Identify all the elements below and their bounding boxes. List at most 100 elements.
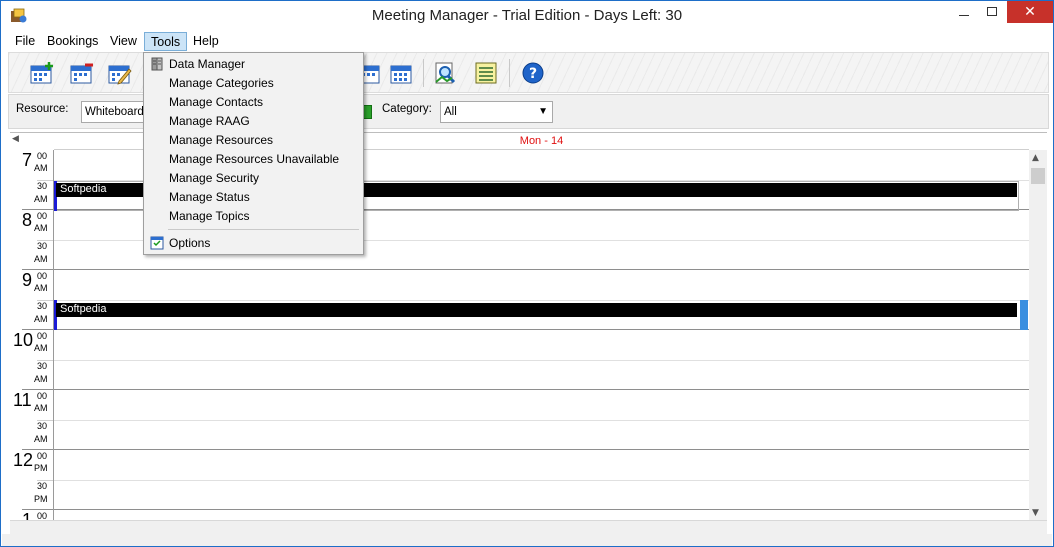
menu-item-label: Manage RAAG bbox=[169, 114, 250, 128]
resource-select[interactable]: Whiteboard1 bbox=[81, 101, 151, 123]
half-hour-line bbox=[54, 360, 1029, 361]
half-ampm: AM bbox=[34, 434, 48, 444]
hour-minutes: 00 bbox=[37, 211, 48, 221]
menu-separator bbox=[168, 229, 359, 230]
menu-item-label: Options bbox=[169, 236, 211, 250]
hour-line bbox=[54, 509, 1029, 510]
half-minutes: 30 bbox=[37, 181, 48, 191]
hour-block: 11 00 AM 30 AM bbox=[10, 390, 53, 450]
help-icon[interactable]: ? bbox=[521, 61, 547, 85]
menu-item-label: Manage Contacts bbox=[169, 95, 264, 109]
menu-item-manage-contacts[interactable]: Manage Contacts bbox=[145, 93, 362, 112]
menu-item-options[interactable]: Options bbox=[145, 234, 362, 253]
menu-bookings[interactable]: Bookings bbox=[41, 32, 104, 51]
hour-minutes: 00 bbox=[37, 331, 48, 341]
window-title: Meeting Manager - Trial Edition - Days L… bbox=[371, 7, 683, 24]
resource-refresh-button[interactable] bbox=[363, 105, 372, 119]
booking-item[interactable]: Softpedia bbox=[56, 303, 1017, 317]
hour-number: 8 bbox=[22, 210, 33, 230]
minimize-button[interactable] bbox=[951, 1, 977, 23]
hour-block: 10 00 AM 30 AM bbox=[10, 330, 53, 390]
menu-item-manage-status[interactable]: Manage Status bbox=[145, 188, 362, 207]
half-hour-line bbox=[54, 480, 1029, 481]
hour-minutes: 00 bbox=[37, 151, 48, 161]
menu-item-label: Manage Resources Unavailable bbox=[169, 152, 340, 166]
hour-minutes: 00 bbox=[37, 271, 48, 281]
hour-ampm: AM bbox=[34, 283, 48, 293]
half-ampm: AM bbox=[34, 254, 48, 264]
maximize-icon bbox=[987, 7, 997, 16]
report-icon[interactable] bbox=[473, 61, 499, 85]
delete-booking-icon[interactable] bbox=[69, 61, 95, 85]
menu-item-data-manager[interactable]: Data Manager bbox=[145, 55, 362, 74]
half-minutes: 30 bbox=[37, 421, 48, 431]
menu-tools[interactable]: Tools bbox=[144, 32, 188, 51]
half-minutes: 30 bbox=[37, 361, 48, 371]
chevron-down-icon: ▼ bbox=[538, 106, 548, 117]
close-button[interactable]: ✕ bbox=[1007, 1, 1053, 23]
menu-view[interactable]: View bbox=[104, 32, 143, 51]
booking-selection-bar bbox=[1020, 300, 1028, 330]
search-icon[interactable] bbox=[433, 61, 459, 85]
title-bar: Meeting Manager - Trial Edition - Days L… bbox=[1, 1, 1053, 31]
half-ampm: AM bbox=[34, 194, 48, 204]
half-hour-line bbox=[54, 420, 1029, 421]
category-value: All bbox=[444, 106, 457, 118]
tools-menu-dropdown: Data Manager Manage Categories Manage Co… bbox=[143, 52, 364, 255]
menu-bar: File Bookings View Tools Help bbox=[2, 31, 1052, 51]
hour-block: 12 00 PM 30 PM bbox=[10, 450, 53, 510]
scroll-up-icon[interactable]: ▲ bbox=[1032, 153, 1039, 163]
menu-help[interactable]: Help bbox=[187, 32, 225, 51]
half-ampm: PM bbox=[34, 494, 48, 504]
menu-item-label: Manage Resources bbox=[169, 133, 274, 147]
menu-item-manage-raag[interactable]: Manage RAAG bbox=[145, 112, 362, 131]
toolbar-separator bbox=[509, 59, 510, 87]
hour-block: 9 00 AM 30 AM bbox=[10, 270, 53, 330]
hour-number: 10 bbox=[13, 330, 34, 350]
menu-item-manage-topics[interactable]: Manage Topics bbox=[145, 207, 362, 226]
hour-minutes: 00 bbox=[37, 451, 48, 461]
horizontal-scrollbar[interactable] bbox=[10, 520, 1047, 534]
time-column: 7 00 AM 30 AM 8 00 AM 30 AM 9 00 AM 30 A… bbox=[10, 150, 54, 521]
menu-item-manage-resources[interactable]: Manage Resources bbox=[145, 131, 362, 150]
month-view-icon[interactable] bbox=[389, 61, 415, 85]
minimize-icon bbox=[959, 15, 969, 16]
menu-item-label: Manage Categories bbox=[169, 76, 274, 90]
menu-item-manage-categories[interactable]: Manage Categories bbox=[145, 74, 362, 93]
collapse-arrow-icon[interactable]: ◀ bbox=[12, 134, 19, 144]
scrollbar-thumb[interactable] bbox=[1031, 168, 1045, 184]
hour-block: 7 00 AM 30 AM bbox=[10, 150, 53, 210]
menu-item-manage-resources-unavailable[interactable]: Manage Resources Unavailable bbox=[145, 150, 362, 169]
svg-text:?: ? bbox=[529, 66, 537, 82]
edit-booking-icon[interactable] bbox=[107, 61, 133, 85]
maximize-button[interactable] bbox=[979, 1, 1005, 23]
resource-label: Resource: bbox=[16, 103, 69, 115]
database-icon bbox=[151, 57, 163, 71]
hour-block: 8 00 AM 30 AM bbox=[10, 210, 53, 270]
half-minutes: 30 bbox=[37, 481, 48, 491]
menu-item-manage-security[interactable]: Manage Security bbox=[145, 169, 362, 188]
hour-ampm: AM bbox=[34, 343, 48, 353]
category-select[interactable]: All ▼ bbox=[440, 101, 553, 123]
hour-number: 11 bbox=[13, 390, 32, 410]
app-window: Meeting Manager - Trial Edition - Days L… bbox=[0, 0, 1054, 547]
scroll-down-icon[interactable]: ▼ bbox=[1032, 508, 1039, 518]
vertical-scrollbar[interactable]: ▲ ▼ bbox=[1029, 150, 1047, 521]
menu-file[interactable]: File bbox=[9, 32, 41, 51]
menu-item-label: Manage Status bbox=[169, 190, 250, 204]
half-minutes: 30 bbox=[37, 241, 48, 251]
hour-line bbox=[54, 329, 1029, 330]
hour-ampm: PM bbox=[34, 463, 48, 473]
hour-ampm: AM bbox=[34, 163, 48, 173]
menu-item-label: Data Manager bbox=[169, 57, 246, 71]
hour-line bbox=[54, 389, 1029, 390]
status-bar bbox=[2, 534, 1052, 546]
new-booking-icon[interactable] bbox=[29, 61, 55, 85]
hour-number: 7 bbox=[22, 150, 33, 170]
category-label: Category: bbox=[382, 103, 432, 115]
half-minutes: 30 bbox=[37, 301, 48, 311]
half-ampm: AM bbox=[34, 374, 48, 384]
half-hour-line bbox=[54, 300, 1029, 301]
menu-item-label: Manage Security bbox=[169, 171, 260, 185]
hour-line bbox=[54, 269, 1029, 270]
